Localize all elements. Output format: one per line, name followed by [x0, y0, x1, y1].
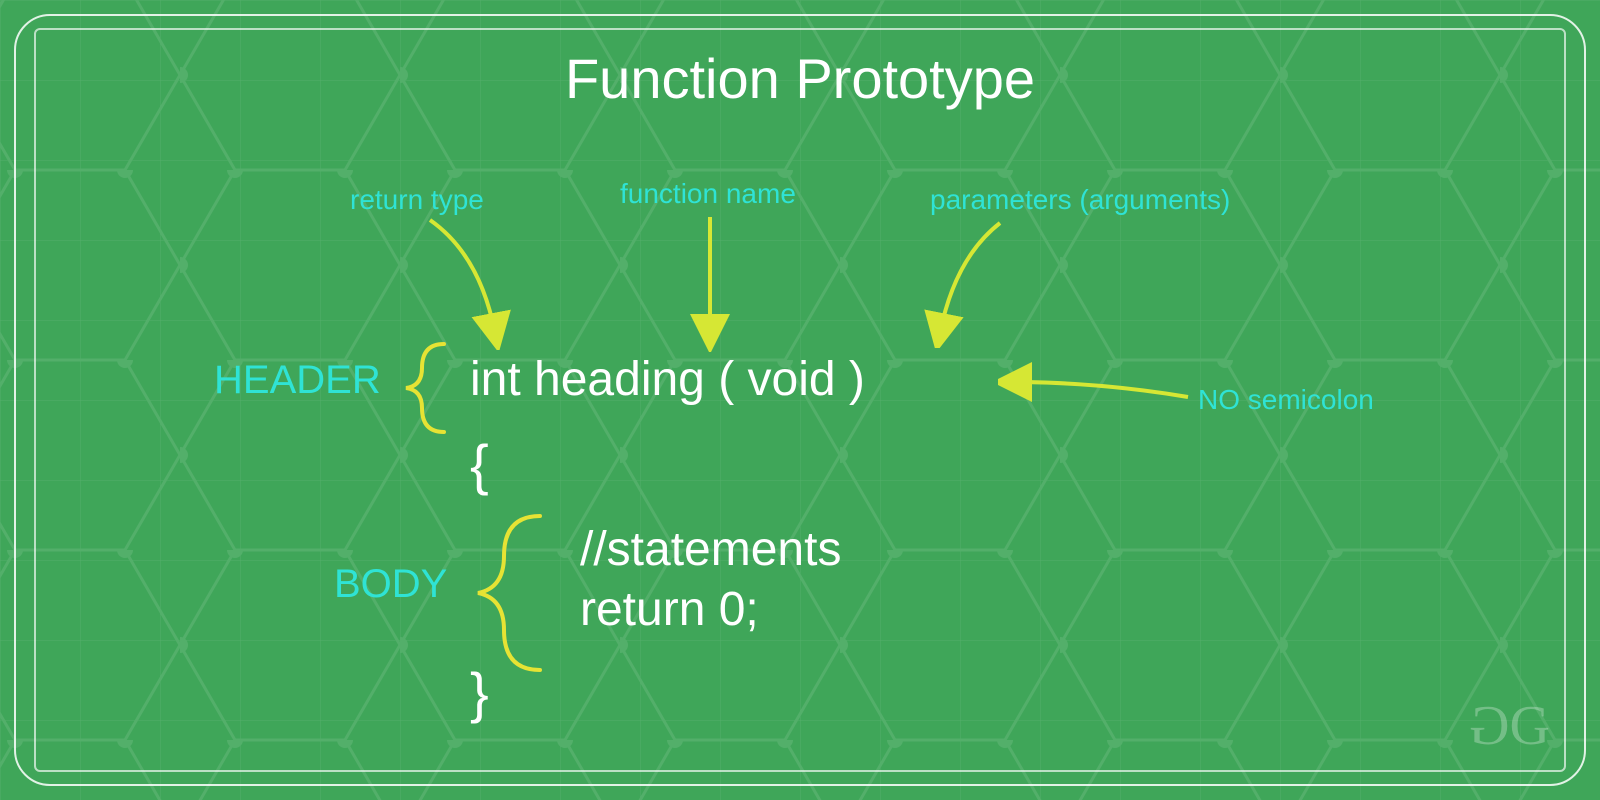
code-open-brace: { [470, 432, 489, 497]
code-close-brace: } [470, 660, 489, 725]
brace-body-icon [468, 508, 554, 678]
code-body-line2: return 0; [580, 582, 759, 637]
logo-right-glyph: G [1510, 695, 1546, 757]
page-title: Function Prototype [0, 46, 1600, 111]
logo-left-glyph: G [1473, 694, 1509, 758]
arrow-parameters [900, 218, 1020, 348]
brace-header-icon [398, 338, 458, 438]
code-signature: int heading ( void ) [470, 352, 865, 407]
arrow-return-type [420, 215, 540, 350]
code-body-line1: //statements [580, 522, 841, 577]
section-body-label: BODY [334, 562, 447, 607]
label-parameters: parameters (arguments) [930, 184, 1230, 216]
arrow-no-semicolon [998, 362, 1198, 412]
label-no-semicolon: NO semicolon [1198, 384, 1374, 416]
watermark-logo: GG [1473, 694, 1546, 758]
arrow-function-name [680, 212, 740, 352]
section-header-label: HEADER [214, 358, 381, 403]
label-function-name: function name [620, 178, 796, 210]
label-return-type: return type [350, 184, 484, 216]
